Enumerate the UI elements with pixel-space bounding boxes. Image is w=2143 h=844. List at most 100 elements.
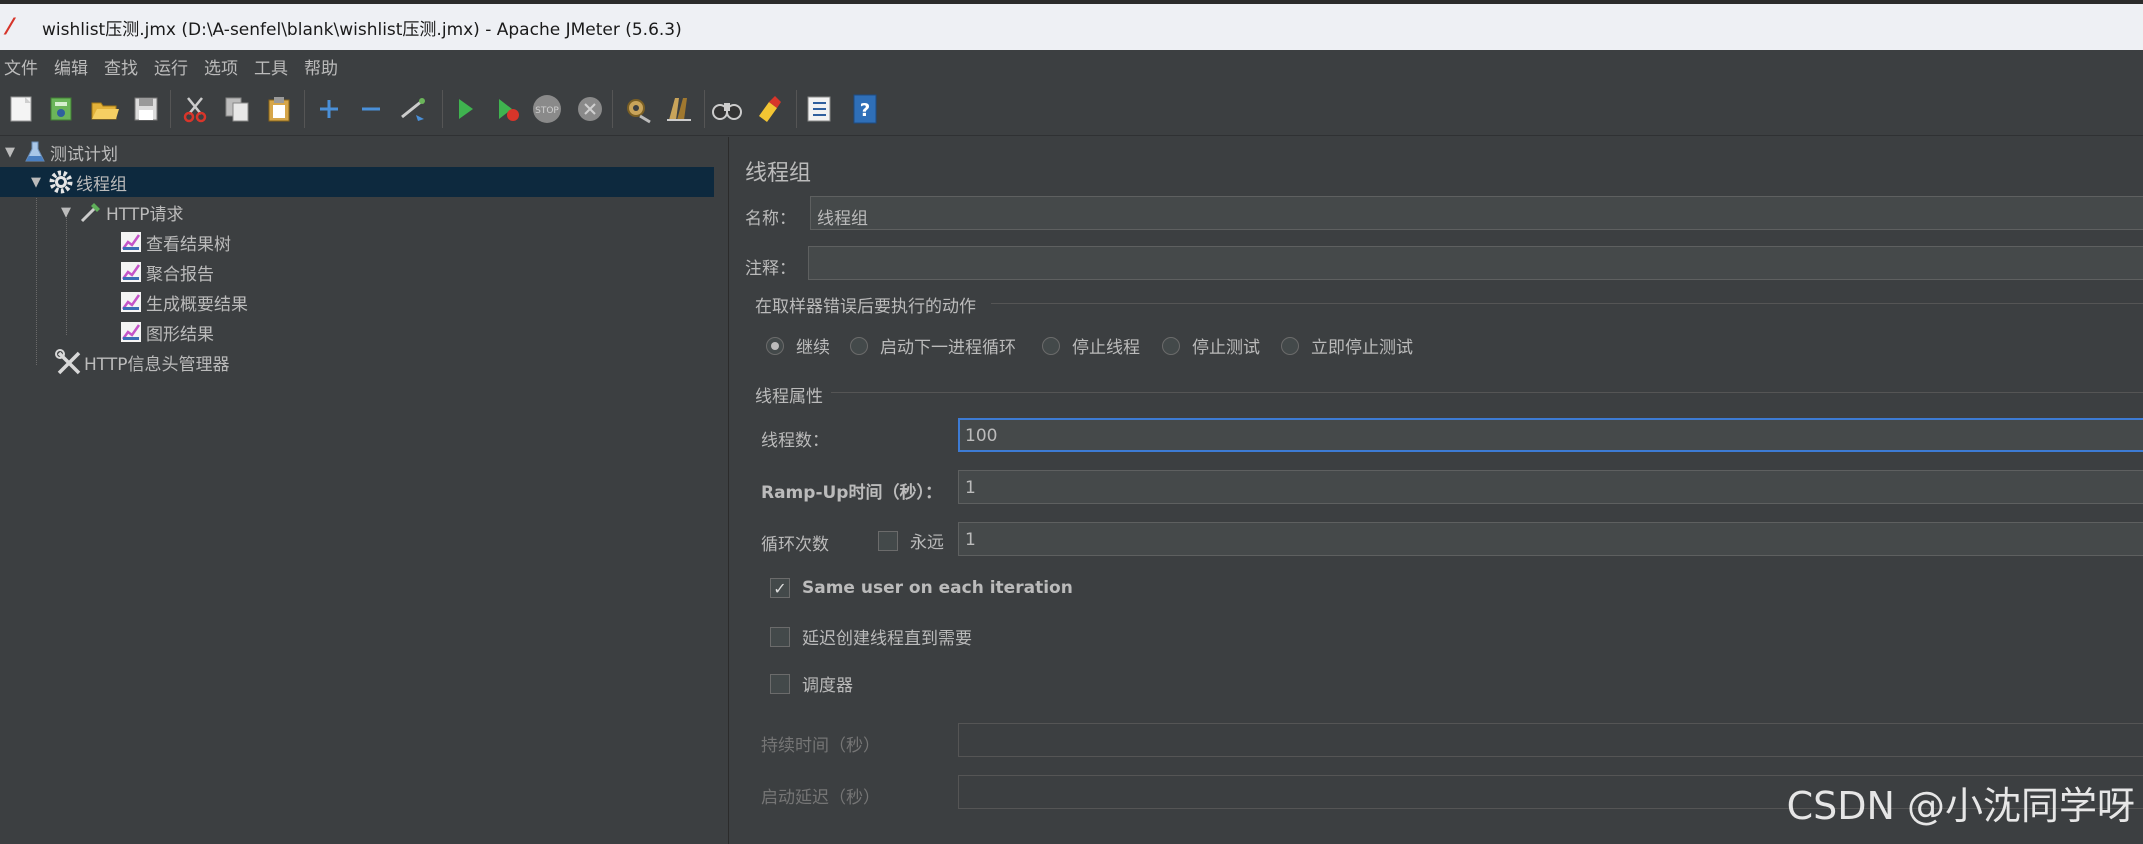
tree-connector bbox=[36, 181, 37, 365]
radio-icon bbox=[1162, 336, 1180, 355]
stop-icon[interactable]: STOP bbox=[530, 92, 564, 126]
duration-field bbox=[958, 723, 2143, 757]
radio-label: 启动下一进程循环 bbox=[880, 338, 1016, 358]
radio-icon bbox=[850, 336, 868, 355]
radio-icon bbox=[1042, 336, 1060, 355]
new-icon[interactable] bbox=[4, 92, 38, 126]
rampup-label: Ramp-Up时间（秒）： bbox=[761, 483, 942, 503]
help-icon[interactable]: ? bbox=[848, 92, 882, 126]
menu-file[interactable]: 文件 bbox=[2, 54, 50, 79]
tree-node-view-results-tree[interactable]: 查看结果树 bbox=[116, 227, 231, 257]
toolbar-separator bbox=[170, 90, 171, 128]
tree-node-label: 线程组 bbox=[76, 174, 127, 195]
toolbar-separator bbox=[304, 90, 305, 128]
loop-count-field[interactable]: 1 bbox=[958, 522, 2143, 556]
jmeter-feather-icon: ⁄ bbox=[8, 14, 12, 40]
checkbox-label: 调度器 bbox=[802, 676, 853, 696]
clear-all-icon[interactable] bbox=[662, 92, 696, 126]
listener-chart-icon bbox=[116, 289, 146, 315]
scheduler-checkbox[interactable]: 调度器 bbox=[770, 671, 853, 696]
tree-node-thread-group[interactable]: ▼ 线程组 bbox=[0, 167, 714, 197]
toolbar-separator bbox=[612, 90, 613, 128]
toolbar: STOP ? bbox=[0, 82, 2143, 136]
chevron-down-icon[interactable]: ▼ bbox=[0, 145, 20, 160]
save-icon[interactable] bbox=[129, 92, 163, 126]
search-icon[interactable] bbox=[710, 92, 744, 126]
chevron-down-icon[interactable]: ▼ bbox=[56, 205, 76, 220]
copy-icon[interactable] bbox=[220, 92, 254, 126]
radio-stop-test[interactable]: 停止测试 bbox=[1162, 333, 1260, 358]
function-helper-icon[interactable] bbox=[802, 92, 836, 126]
thread-props-group-title: 线程属性 bbox=[755, 387, 823, 407]
radio-icon bbox=[1281, 336, 1299, 355]
checkbox-icon bbox=[770, 673, 790, 694]
toolbar-separator bbox=[704, 90, 705, 128]
comment-field[interactable] bbox=[808, 246, 2143, 280]
menu-help[interactable]: 帮助 bbox=[302, 54, 350, 79]
forever-checkbox[interactable]: 永远 bbox=[878, 528, 944, 553]
start-icon[interactable] bbox=[448, 92, 482, 126]
comment-label: 注释： bbox=[745, 259, 796, 279]
menu-tools[interactable]: 工具 bbox=[252, 54, 300, 79]
duration-label: 持续时间（秒） bbox=[761, 736, 880, 756]
pipette-icon bbox=[76, 199, 106, 225]
startup-delay-label: 启动延迟（秒） bbox=[761, 788, 880, 808]
radio-label: 继续 bbox=[796, 338, 830, 358]
panel-title: 线程组 bbox=[745, 161, 812, 186]
gear-icon bbox=[46, 169, 76, 195]
tree-node-test-plan[interactable]: ▼ 测试计划 bbox=[0, 137, 714, 167]
tree-node-label: HTTP请求 bbox=[106, 204, 184, 225]
threads-field[interactable]: 100 bbox=[958, 418, 2143, 452]
tree-node-label: 查看结果树 bbox=[146, 234, 231, 255]
menu-edit[interactable]: 编辑 bbox=[52, 54, 100, 79]
templates-icon[interactable] bbox=[44, 92, 78, 126]
rampup-field[interactable]: 1 bbox=[958, 470, 2143, 504]
menu-bar: 文件 编辑 查找 运行 选项 工具 帮助 bbox=[0, 50, 2143, 82]
open-icon[interactable] bbox=[87, 92, 121, 126]
radio-continue[interactable]: 继续 bbox=[766, 333, 830, 358]
chevron-down-icon[interactable]: ▼ bbox=[26, 175, 46, 190]
group-divider bbox=[831, 392, 2143, 393]
wrench-screwdriver-icon bbox=[54, 349, 84, 375]
toolbar-separator bbox=[442, 90, 443, 128]
paste-icon[interactable] bbox=[262, 92, 296, 126]
listener-chart-icon bbox=[116, 319, 146, 345]
menu-run[interactable]: 运行 bbox=[152, 54, 200, 79]
test-plan-tree: ▼ 测试计划 ▼ 线程组 ▼ HTTP请求 查看结果树 聚合报告 生成概要结果 … bbox=[0, 137, 715, 844]
radio-stop-test-now[interactable]: 立即停止测试 bbox=[1281, 333, 1413, 358]
reset-search-icon[interactable] bbox=[752, 92, 786, 126]
error-action-group-title: 在取样器错误后要执行的动作 bbox=[755, 297, 976, 317]
radio-stop-thread[interactable]: 停止线程 bbox=[1042, 333, 1140, 358]
checkbox-label: 永远 bbox=[910, 533, 944, 553]
tree-node-label: 聚合报告 bbox=[146, 264, 214, 285]
loop-count-label: 循环次数 bbox=[761, 535, 829, 555]
checkbox-label: 延迟创建线程直到需要 bbox=[802, 629, 972, 649]
listener-chart-icon bbox=[116, 259, 146, 285]
name-field[interactable]: 线程组 bbox=[810, 196, 2143, 230]
delay-thread-creation-checkbox[interactable]: 延迟创建线程直到需要 bbox=[770, 624, 972, 649]
clear-icon[interactable] bbox=[620, 92, 654, 126]
same-user-checkbox[interactable]: ✓ Same user on each iteration bbox=[770, 578, 1073, 598]
svg-text:?: ? bbox=[860, 100, 870, 121]
collapse-icon[interactable] bbox=[354, 92, 388, 126]
start-no-pauses-icon[interactable] bbox=[490, 92, 524, 126]
tree-node-label: 图形结果 bbox=[146, 324, 214, 345]
name-label: 名称： bbox=[745, 209, 796, 229]
svg-text:STOP: STOP bbox=[535, 106, 559, 116]
cut-icon[interactable] bbox=[178, 92, 212, 126]
menu-options[interactable]: 选项 bbox=[202, 54, 250, 79]
checkbox-label: Same user on each iteration bbox=[802, 578, 1073, 598]
shutdown-icon[interactable] bbox=[573, 92, 607, 126]
tree-node-graph-results[interactable]: 图形结果 bbox=[116, 317, 214, 347]
tree-node-aggregate-report[interactable]: 聚合报告 bbox=[116, 257, 214, 287]
menu-search[interactable]: 查找 bbox=[102, 54, 150, 79]
tree-node-header-manager[interactable]: HTTP信息头管理器 bbox=[54, 347, 230, 377]
expand-icon[interactable] bbox=[312, 92, 346, 126]
toggle-icon[interactable] bbox=[396, 92, 430, 126]
tree-node-http-request[interactable]: ▼ HTTP请求 bbox=[56, 197, 184, 227]
panel-splitter[interactable] bbox=[714, 137, 729, 844]
tree-node-summary-report[interactable]: 生成概要结果 bbox=[116, 287, 248, 317]
checkbox-icon bbox=[878, 530, 898, 551]
radio-start-next-loop[interactable]: 启动下一进程循环 bbox=[850, 333, 1016, 358]
toolbar-separator bbox=[796, 90, 797, 128]
